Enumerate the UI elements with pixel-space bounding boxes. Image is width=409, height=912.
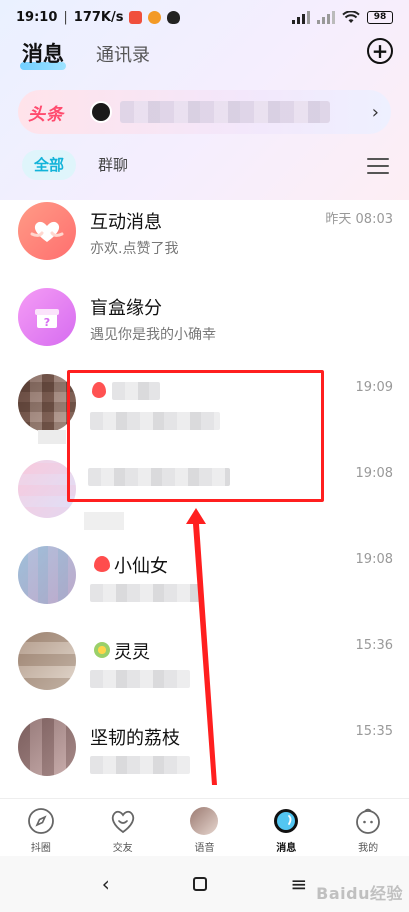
tab-label: 消息	[276, 843, 297, 854]
user-avatar	[18, 546, 76, 604]
conversation-chat-4[interactable]: 灵灵 15:36	[0, 626, 409, 712]
tab-label: 抖圈	[30, 843, 51, 854]
svg-text:?: ?	[44, 316, 50, 329]
status-bar: 19:10 | 177K/s 98	[0, 0, 409, 34]
profile-face-icon	[356, 808, 380, 834]
conversation-time: 19:08	[355, 466, 393, 481]
conversation-time: 19:09	[355, 380, 393, 395]
conversation-blind-box[interactable]: ? 盲盒缘分 遇见你是我的小确幸	[0, 282, 409, 368]
user-avatar	[18, 632, 76, 690]
headline-blurred-text	[120, 101, 330, 123]
signal-icon	[292, 10, 310, 24]
back-icon[interactable]: ‹	[102, 872, 110, 896]
filter-all[interactable]: 全部	[22, 150, 77, 180]
annotation-highlight-box	[67, 370, 324, 502]
signal-icon-2	[317, 10, 335, 24]
conversation-time: 15:35	[355, 724, 393, 739]
voice-avatar-icon	[190, 807, 219, 835]
tab-messages-bottom[interactable]: 消息	[245, 799, 327, 856]
status-time: 19:10	[16, 9, 58, 25]
blurred-avatar-edge	[38, 430, 66, 444]
bottom-tab-bar: 抖圈 交友 语音 消息 我的	[0, 798, 409, 856]
blurred-avatar-edge	[84, 512, 124, 530]
top-header: 消息 通讯录 +	[0, 34, 409, 84]
blind-box-avatar: ?	[18, 288, 76, 346]
watermark-logo: Baidu经验	[316, 884, 403, 903]
conversation-interactive-messages[interactable]: 互动消息 亦欢.点赞了我 昨天 08:03	[0, 196, 409, 282]
conversation-name: 坚韧的荔枝	[90, 728, 180, 749]
tab-dating[interactable]: 交友	[82, 799, 164, 856]
conversation-time: 15:36	[355, 638, 393, 653]
chevron-right-icon: ›	[371, 101, 379, 123]
blurred-preview	[90, 756, 190, 774]
flower-icon	[94, 642, 110, 658]
network-speed: 177K/s	[73, 9, 124, 25]
headline-avatar	[90, 101, 112, 123]
tab-voice[interactable]: 语音	[164, 799, 246, 856]
conversation-preview: 遇见你是我的小确幸	[90, 327, 216, 343]
conversation-chat-3[interactable]: 小仙女 19:08	[0, 540, 409, 626]
blurred-preview	[90, 584, 200, 602]
app-notification-icon	[129, 10, 143, 24]
menu-icon[interactable]	[367, 158, 389, 179]
tab-label: 交友	[112, 843, 133, 854]
user-avatar	[18, 718, 76, 776]
conversation-name: 小仙女	[114, 556, 168, 577]
headline-banner[interactable]: 头条 ›	[18, 90, 391, 134]
conversation-name: 互动消息	[90, 212, 162, 233]
conversation-name: 盲盒缘分	[90, 298, 162, 319]
tab-profile[interactable]: 我的	[327, 799, 409, 856]
battery-indicator: 98	[367, 10, 393, 24]
filter-group-chat[interactable]: 群聊	[98, 150, 128, 180]
heart-hands-icon	[30, 221, 64, 242]
conversation-name: 灵灵	[114, 642, 150, 663]
conversation-chat-5[interactable]: 坚韧的荔枝 15:35	[0, 712, 409, 798]
add-button[interactable]: +	[367, 38, 393, 64]
home-icon[interactable]	[193, 877, 208, 891]
conversation-preview: 亦欢.点赞了我	[90, 241, 179, 257]
gift-box-icon: ?	[35, 309, 59, 329]
wifi-icon	[342, 10, 360, 23]
message-bubble-icon	[274, 809, 299, 833]
tab-messages[interactable]: 消息	[22, 38, 64, 68]
pumpkin-notification-icon	[148, 10, 162, 24]
tab-contacts[interactable]: 通讯录	[96, 41, 150, 67]
plus-icon: +	[371, 39, 389, 63]
filter-bar: 全部 群聊	[0, 150, 409, 182]
interactive-messages-avatar	[18, 202, 76, 260]
heart-face-icon	[111, 810, 134, 834]
qq-notification-icon	[167, 10, 181, 24]
blurred-preview	[90, 670, 190, 688]
tab-label: 语音	[194, 843, 215, 854]
tab-douquan[interactable]: 抖圈	[0, 799, 82, 856]
strawberry-icon	[94, 556, 110, 572]
headline-label: 头条	[28, 104, 64, 125]
tab-label: 我的	[358, 843, 379, 854]
conversation-time: 昨天 08:03	[325, 212, 393, 227]
compass-icon	[27, 808, 54, 834]
recents-icon[interactable]: ≡	[291, 872, 308, 896]
conversation-time: 19:08	[355, 552, 393, 567]
